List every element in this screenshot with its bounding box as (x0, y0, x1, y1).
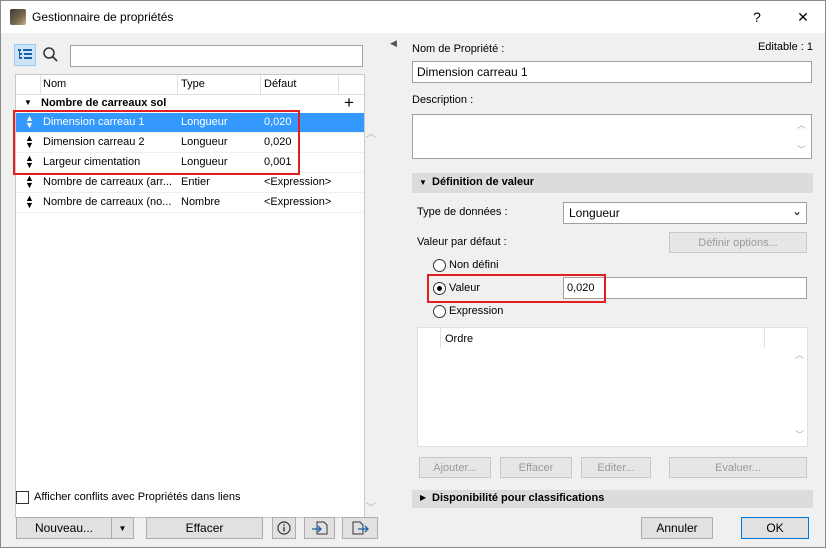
data-type-select[interactable]: Longueur ⌄ (563, 202, 807, 224)
cell-default: <Expression> (264, 196, 332, 208)
cell-name: Nombre de carreaux (arr... (43, 176, 172, 188)
reorder-handle-icon[interactable]: ▲ ▼ (25, 194, 34, 210)
export-icon (352, 521, 369, 535)
property-name-field[interactable]: Dimension carreau 1 (412, 61, 812, 83)
order-scroll-up-icon[interactable]: ︿ (795, 348, 804, 361)
scroll-up-icon[interactable]: ︿ (366, 125, 376, 140)
description-field[interactable] (412, 114, 812, 159)
highlight-box-value (427, 274, 606, 303)
pane-splitter[interactable]: ◀ (383, 33, 407, 547)
table-row[interactable]: ▲ ▼ Nombre de carreaux (no... Nombre <Expres… (16, 193, 364, 213)
order-scroll-down-icon[interactable]: ﹀ (795, 428, 804, 441)
availability-header[interactable]: ▶ Disponibilité pour classifications (412, 490, 813, 508)
import-icon (311, 521, 327, 535)
data-type-value: Longueur (569, 206, 620, 220)
tree-view-toggle[interactable] (14, 44, 36, 66)
description-label: Description : (412, 94, 474, 106)
chevron-down-icon: ⌄ (791, 204, 802, 218)
column-header-name[interactable]: Nom (43, 78, 66, 90)
info-button[interactable] (272, 517, 296, 539)
cell-type: Nombre (181, 196, 221, 208)
radio-undefined[interactable] (433, 259, 446, 272)
reorder-handle-icon[interactable]: ▲ ▼ (25, 174, 34, 190)
order-list: Ordre ︿ ﹀ (417, 327, 808, 447)
order-column-header[interactable]: Ordre (445, 333, 473, 345)
search-input[interactable] (70, 45, 363, 67)
cell-type: Entier (181, 176, 210, 188)
show-conflicts-label: Afficher conflits avec Propriétés dans l… (34, 491, 241, 503)
radio-expression-label: Expression (449, 305, 504, 317)
window-title: Gestionnaire de propriétés (32, 10, 174, 24)
evaluate-button[interactable]: Evaluer... (669, 457, 807, 478)
edit-order-button[interactable]: Editer... (581, 457, 651, 478)
data-type-label: Type de données : (417, 206, 508, 218)
highlight-box-rows (13, 110, 300, 175)
availability-title: Disponibilité pour classifications (432, 492, 605, 504)
add-property-icon[interactable]: + (344, 93, 354, 113)
help-button[interactable]: ? (734, 1, 780, 33)
column-header-type[interactable]: Type (181, 78, 205, 90)
scroll-down-icon[interactable]: ﹀ (366, 499, 376, 514)
tree-view-icon (18, 49, 32, 59)
left-pane: Nom Type Défaut ▼ Nombre de carreaux sol… (2, 33, 383, 547)
value-definition-title: Définition de valeur (432, 176, 535, 188)
section-expanded-icon: ▼ (419, 178, 427, 187)
delete-property-button[interactable]: Effacer (146, 517, 263, 539)
title-bar: Gestionnaire de propriétés ? ✕ (1, 1, 825, 33)
collapse-left-icon[interactable]: ◀ (390, 38, 397, 49)
property-manager-window: Gestionnaire de propriétés ? ✕ Nom Type … (0, 0, 826, 548)
import-button[interactable] (304, 517, 335, 539)
column-header-default[interactable]: Défaut (264, 78, 296, 90)
default-value-label: Valeur par défaut : (417, 236, 507, 248)
new-button[interactable]: Nouveau... (16, 517, 112, 539)
search-icon[interactable] (42, 46, 60, 64)
cell-name: Nombre de carreaux (no... (43, 196, 172, 208)
value-definition-header[interactable]: ▼ Définition de valeur (412, 173, 813, 193)
radio-undefined-label: Non défini (449, 259, 499, 271)
table-row[interactable]: ▲ ▼ Nombre de carreaux (arr... Entier <Expre… (16, 173, 364, 193)
show-conflicts-checkbox[interactable] (16, 491, 29, 504)
ok-button[interactable]: OK (741, 517, 809, 539)
editable-label: Editable : 1 (757, 41, 813, 53)
info-icon (277, 521, 291, 535)
add-order-button[interactable]: Ajouter... (419, 457, 491, 478)
new-dropdown-icon[interactable]: ▼ (111, 517, 134, 539)
right-pane: Nom de Propriété : Editable : 1 Dimensio… (407, 33, 825, 547)
export-button[interactable] (342, 517, 378, 539)
app-icon (10, 9, 26, 25)
cancel-button[interactable]: Annuler (641, 517, 713, 539)
collapse-triangle-icon[interactable]: ▼ (24, 98, 32, 107)
delete-order-button[interactable]: Effacer (500, 457, 572, 478)
description-scroll-down-icon[interactable]: ﹀ (797, 143, 806, 156)
table-header: Nom Type Défaut (16, 75, 364, 95)
description-scroll-up-icon[interactable]: ︿ (797, 118, 806, 131)
radio-expression[interactable] (433, 305, 446, 318)
define-options-button[interactable]: Définir options... (669, 232, 807, 253)
section-collapsed-icon: ▶ (420, 493, 427, 502)
property-name-label: Nom de Propriété : (412, 43, 505, 55)
group-label: Nombre de carreaux sol (41, 97, 167, 109)
close-button[interactable]: ✕ (780, 1, 826, 33)
cell-default: <Expression> (264, 176, 332, 188)
